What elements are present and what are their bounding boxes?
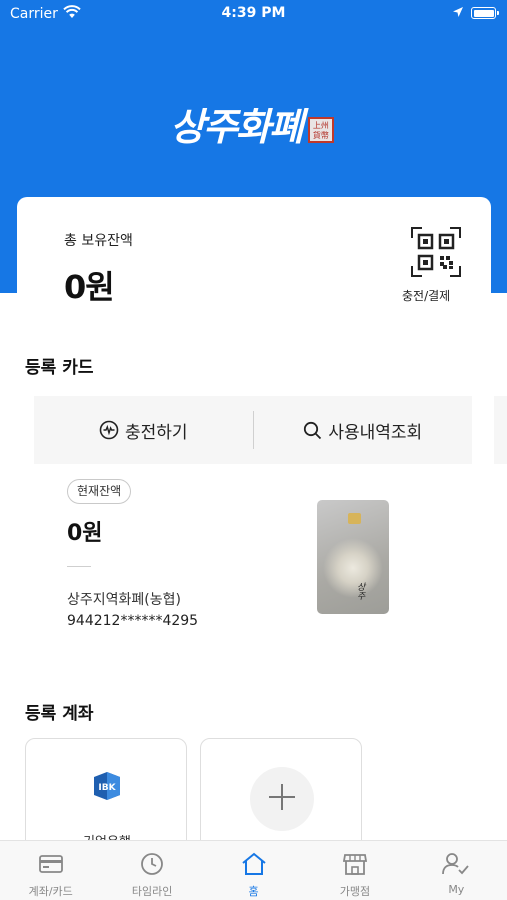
tab-label: 홈 xyxy=(248,885,259,898)
battery-icon xyxy=(471,7,499,19)
svg-text:IBK: IBK xyxy=(98,783,116,793)
search-icon xyxy=(303,421,322,440)
card-action-bar: 충전하기 사용내역조회 xyxy=(34,396,472,464)
balance-card: 총 보유잔액 0원 충전/결제 xyxy=(17,197,491,317)
charge-label: 충전하기 xyxy=(124,422,188,443)
qr-code-icon[interactable] xyxy=(410,226,462,278)
status-time: 4:39 PM xyxy=(221,5,286,21)
usage-history-button[interactable]: 사용내역조회 xyxy=(254,396,473,464)
home-icon xyxy=(241,850,267,878)
logo-text: 상주화폐 xyxy=(170,103,304,149)
card-balance-amount: 0원 xyxy=(67,521,103,546)
ibk-logo-icon: IBK xyxy=(92,771,122,801)
current-balance-badge: 현재잔액 xyxy=(67,479,132,504)
usage-history-label: 사용내역조회 xyxy=(328,422,423,443)
tab-my[interactable]: My xyxy=(406,841,507,900)
tab-label: 가맹점 xyxy=(339,885,371,898)
tab-timeline[interactable]: 타임라인 xyxy=(101,841,202,900)
user-icon xyxy=(442,850,470,878)
card-info-divider xyxy=(67,566,91,567)
app-logo: 상주화폐 上州貨幣 xyxy=(170,88,334,158)
card-chip-icon xyxy=(348,513,361,524)
next-card-peek[interactable] xyxy=(494,396,507,464)
card-number: 944212******4295 xyxy=(67,613,199,629)
bottom-tab-bar: 계좌/카드 타임라인 홈 가맹점 My xyxy=(0,840,507,900)
logo-seal: 上州貨幣 xyxy=(307,117,334,143)
status-bar: Carrier 4:39 PM xyxy=(0,0,507,30)
card-name: 상주지역화폐(농협) xyxy=(67,592,181,608)
balance-label: 총 보유잔액 xyxy=(64,233,133,249)
tab-home[interactable]: 홈 xyxy=(203,841,304,900)
card-icon xyxy=(38,850,63,878)
registered-cards-title: 등록 카드 xyxy=(25,358,94,378)
tab-label: 계좌/카드 xyxy=(28,885,73,898)
balance-amount: 0원 xyxy=(64,268,115,306)
card-pattern xyxy=(323,538,383,598)
registered-accounts-title: 등록 계좌 xyxy=(25,704,94,724)
plus-icon xyxy=(267,782,297,816)
card-logo-mark: 상주 xyxy=(357,583,366,602)
clock-icon xyxy=(140,850,164,878)
tab-stores[interactable]: 가맹점 xyxy=(304,841,405,900)
tab-label: My xyxy=(448,883,465,896)
charge-button[interactable]: 충전하기 xyxy=(34,396,253,464)
tab-accounts-cards[interactable]: 계좌/카드 xyxy=(0,841,101,900)
qr-charge-pay-label[interactable]: 충전/결제 xyxy=(402,287,450,304)
charge-icon xyxy=(99,420,119,440)
location-arrow-icon xyxy=(452,6,464,22)
add-account-button[interactable] xyxy=(250,767,314,831)
store-icon xyxy=(342,850,367,878)
tab-label: 타임라인 xyxy=(131,885,173,898)
card-image[interactable]: 상주 xyxy=(317,500,389,614)
